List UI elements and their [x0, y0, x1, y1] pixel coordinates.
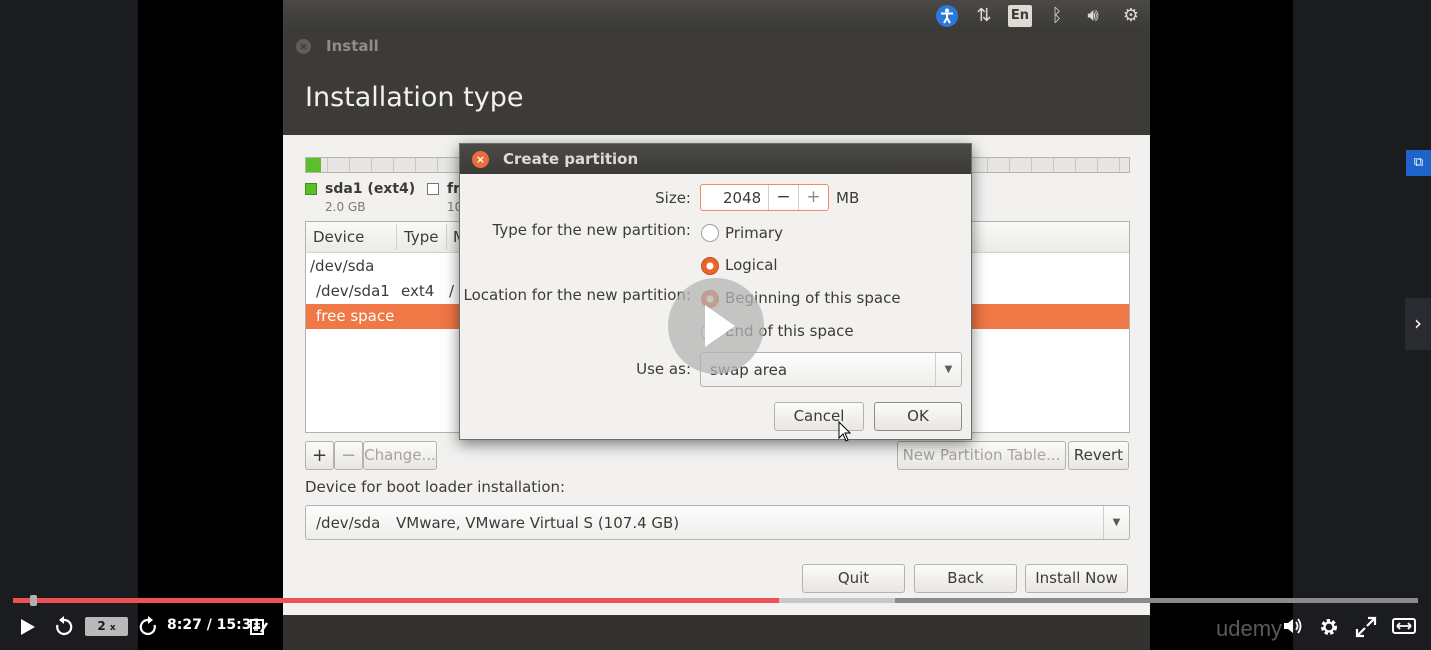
cell-type: ext4	[401, 282, 435, 300]
radio-logical-label[interactable]: Logical	[725, 256, 778, 274]
speed-value: 2	[97, 619, 106, 633]
remove-partition-button[interactable]: −	[334, 441, 363, 470]
settings-icon[interactable]	[1317, 616, 1341, 643]
location-label: Location for the new partition:	[463, 286, 691, 304]
radio-primary[interactable]	[701, 224, 719, 242]
rewind-icon[interactable]	[53, 616, 75, 643]
ok-button[interactable]: OK	[874, 402, 962, 431]
column-device[interactable]: Device	[313, 228, 364, 246]
network-icon: ⇅	[976, 5, 992, 26]
cell-mount: /	[449, 282, 455, 300]
mouse-cursor-icon	[838, 420, 852, 443]
column-type[interactable]: Type	[404, 228, 438, 246]
new-partition-table-button[interactable]: New Partition Table...	[897, 441, 1066, 470]
bootloader-device: /dev/sda	[316, 514, 381, 532]
close-icon[interactable]: ×	[472, 151, 489, 168]
cell-device: free space	[316, 307, 395, 325]
window-titlebar: × Install	[283, 31, 1150, 61]
revert-button[interactable]: Revert	[1068, 441, 1129, 470]
legend-swatch-free	[427, 183, 439, 195]
size-spinner[interactable]: 2048 − +	[700, 184, 829, 211]
window-title: Install	[326, 37, 379, 55]
use-as-label: Use as:	[636, 360, 691, 378]
play-icon	[705, 305, 735, 347]
notes-icon[interactable]	[248, 617, 270, 642]
page-title: Installation type	[305, 82, 524, 113]
volume-icon: 🔊︎	[1087, 5, 1099, 26]
play-icon[interactable]	[16, 617, 38, 642]
cell-device: /dev/sda	[310, 257, 375, 275]
bluetooth-icon: ᛒ	[1051, 5, 1063, 26]
udemy-logo: udemy	[1216, 616, 1283, 641]
video-player[interactable]: ⇅ En ᛒ 🔊︎ ⚙ × Install Installation type …	[0, 0, 1431, 650]
type-label: Type for the new partition:	[492, 221, 692, 239]
legend-label-sda1: sda1 (ext4)	[325, 181, 416, 197]
decrease-size-button[interactable]: −	[768, 185, 798, 210]
close-icon[interactable]: ×	[296, 39, 311, 54]
speed-suffix: x	[109, 623, 116, 633]
bootloader-label: Device for boot loader installation:	[305, 478, 566, 496]
quit-button[interactable]: Quit	[802, 564, 905, 593]
expand-width-icon[interactable]	[1391, 616, 1417, 641]
chevron-right-icon[interactable]: ›	[1405, 298, 1431, 350]
big-play-button[interactable]	[668, 278, 764, 374]
chevron-down-icon: ▼	[935, 353, 961, 386]
progress-bar[interactable]	[13, 595, 1418, 606]
chevron-down-icon: ▼	[1103, 506, 1129, 539]
add-partition-button[interactable]: +	[305, 441, 334, 470]
ubuntu-top-panel: ⇅ En ᛒ 🔊︎ ⚙	[283, 0, 1150, 31]
legend-size-sda1: 2.0 GB	[325, 200, 366, 214]
partition-bar-used	[306, 158, 321, 172]
bootloader-select[interactable]: /dev/sda VMware, VMware Virtual S (107.4…	[305, 505, 1130, 540]
dialog-title: Create partition	[503, 150, 639, 168]
size-unit: MB	[836, 189, 860, 207]
fullscreen-icon[interactable]	[1354, 616, 1378, 643]
power-gear-icon: ⚙	[1122, 5, 1140, 26]
column-separator	[396, 224, 397, 250]
progress-played	[13, 598, 779, 603]
back-button[interactable]: Back	[914, 564, 1017, 593]
keyboard-layout-icon: En	[1008, 5, 1032, 27]
picture-in-picture-icon[interactable]: ⧉	[1406, 150, 1431, 176]
legend-swatch-sda1	[305, 183, 317, 195]
install-now-button[interactable]: Install Now	[1025, 564, 1128, 593]
dialog-titlebar: × Create partition	[460, 144, 971, 174]
forward-icon[interactable]	[137, 616, 159, 643]
bootloader-description: VMware, VMware Virtual S (107.4 GB)	[396, 514, 680, 532]
accessibility-icon	[935, 4, 959, 28]
change-partition-button[interactable]: Change...	[363, 441, 437, 470]
cell-device: /dev/sda1	[316, 282, 390, 300]
size-value[interactable]: 2048	[723, 189, 761, 207]
size-label: Size:	[655, 189, 691, 207]
letterbox-left	[0, 0, 138, 650]
radio-logical[interactable]	[701, 257, 719, 275]
vm-bottom-strip	[283, 615, 1150, 650]
radio-primary-label[interactable]: Primary	[725, 224, 783, 242]
playback-speed-button[interactable]: 2 x	[85, 617, 128, 636]
progress-handle[interactable]	[30, 595, 37, 606]
increase-size-button[interactable]: +	[798, 185, 828, 210]
volume-icon[interactable]	[1281, 616, 1305, 641]
column-separator	[446, 224, 447, 250]
